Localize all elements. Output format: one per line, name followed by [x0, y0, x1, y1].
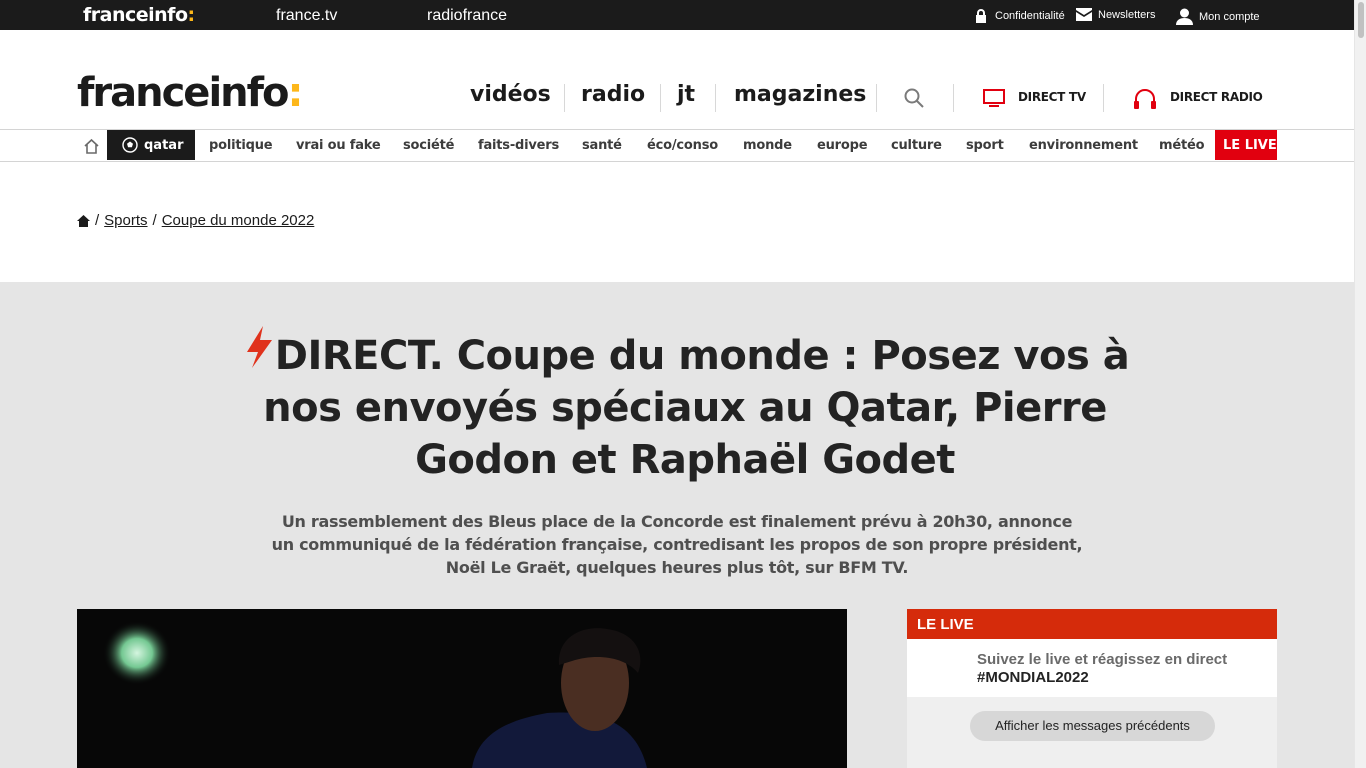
nav-divider [1103, 84, 1104, 112]
confidentialite-link[interactable]: Confidentialité [973, 8, 1065, 24]
category-culture[interactable]: culture [891, 138, 942, 153]
category-environnement[interactable]: environnement [1029, 138, 1138, 153]
franceinfo-logo[interactable]: franceinfo: [77, 70, 304, 116]
confidentialite-label: Confidentialité [995, 10, 1065, 22]
nav-jt[interactable]: jt [677, 82, 695, 107]
radiofrance-link[interactable]: radiofrance [427, 7, 507, 25]
category-qatar-label: qatar [144, 138, 184, 153]
top-brand-text: franceinfo [83, 4, 188, 26]
breadcrumb: / Sports / Coupe du monde 2022 [77, 212, 314, 229]
mon-compte-link[interactable]: Mon compte [1176, 8, 1260, 25]
nav-divider [715, 84, 716, 112]
page-scrollbar[interactable] [1354, 0, 1366, 768]
article-chapo: Un rassemblement des Bleus place de la C… [271, 512, 1083, 577]
category-europe[interactable]: europe [817, 138, 868, 153]
mail-icon [1076, 8, 1092, 21]
football-icon [122, 137, 138, 153]
nav-divider [564, 84, 565, 112]
category-monde[interactable]: monde [743, 138, 792, 153]
breadcrumb-coupe-du-monde[interactable]: Coupe du monde 2022 [162, 212, 315, 229]
headphones-icon [1134, 89, 1156, 109]
nav-divider [876, 84, 877, 112]
category-qatar[interactable]: qatar [107, 130, 195, 160]
breadcrumb-sports[interactable]: Sports [104, 212, 147, 229]
search-icon[interactable] [904, 88, 924, 108]
category-faits-divers[interactable]: faits-divers [478, 138, 559, 153]
scrollbar-thumb[interactable] [1358, 2, 1364, 38]
tv-icon [983, 89, 1005, 107]
bolt-icon [246, 326, 272, 368]
home-icon[interactable] [83, 138, 100, 154]
category-sante[interactable]: santé [582, 138, 622, 153]
live-intro-text: Suivez le live et réagissez en direct [977, 651, 1228, 668]
player-photo-illustration [77, 609, 847, 768]
show-previous-messages-button[interactable]: Afficher les messages précédents [970, 711, 1215, 741]
logo-colon: : [287, 70, 304, 116]
nav-magazines[interactable]: magazines [734, 82, 866, 107]
direct-tv-label: DIRECT TV [1018, 90, 1086, 104]
live-hashtag: #MONDIAL2022 [977, 669, 1089, 686]
nav-divider [660, 84, 661, 112]
logo-text: franceinfo [77, 70, 290, 116]
category-societe[interactable]: société [403, 138, 454, 153]
nav-divider [953, 84, 954, 112]
site-header: franceinfo: vidéos radio jt magazines DI… [0, 30, 1354, 130]
nav-videos[interactable]: vidéos [470, 82, 551, 107]
franceinfo-top-link[interactable]: franceinfo: [83, 4, 195, 26]
category-eco-conso[interactable]: éco/conso [647, 138, 718, 153]
category-vrai-ou-fake[interactable]: vrai ou fake [296, 138, 381, 153]
headline-text: DIRECT. Coupe du monde : Posez vos à nos… [263, 333, 1130, 483]
live-panel: LE LIVE Suivez le live et réagissez en d… [907, 609, 1277, 768]
category-nav: qatar politique vrai ou fake société fai… [0, 130, 1354, 162]
nav-radio[interactable]: radio [581, 82, 645, 107]
breadcrumb-separator: / [152, 212, 157, 229]
breadcrumb-separator: / [95, 212, 100, 229]
direct-radio-label: DIRECT RADIO [1170, 90, 1263, 104]
lock-icon [976, 9, 986, 23]
live-panel-intro: Suivez le live et réagissez en direct #M… [907, 639, 1277, 697]
category-le-live[interactable]: LE LIVE [1215, 130, 1277, 160]
top-bar: franceinfo: france.tv radiofrance Confid… [0, 0, 1354, 30]
newsletters-label: Newsletters [1098, 8, 1156, 21]
mon-compte-label: Mon compte [1199, 10, 1260, 23]
live-panel-title: LE LIVE [907, 609, 1277, 639]
category-politique[interactable]: politique [209, 138, 273, 153]
newsletters-link[interactable]: Newsletters [1076, 8, 1155, 21]
article-section: DIRECT. Coupe du monde : Posez vos à nos… [0, 282, 1354, 768]
category-le-live-label: LE LIVE [1223, 138, 1277, 153]
article-photo [77, 609, 847, 768]
category-meteo[interactable]: météo [1159, 138, 1205, 153]
france-tv-link[interactable]: france.tv [276, 7, 337, 25]
category-sport[interactable]: sport [966, 138, 1004, 153]
home-icon[interactable] [77, 214, 90, 227]
top-brand-colon: : [187, 4, 196, 26]
user-icon [1176, 8, 1193, 25]
article-headline: DIRECT. Coupe du monde : Posez vos à nos… [225, 326, 1145, 486]
